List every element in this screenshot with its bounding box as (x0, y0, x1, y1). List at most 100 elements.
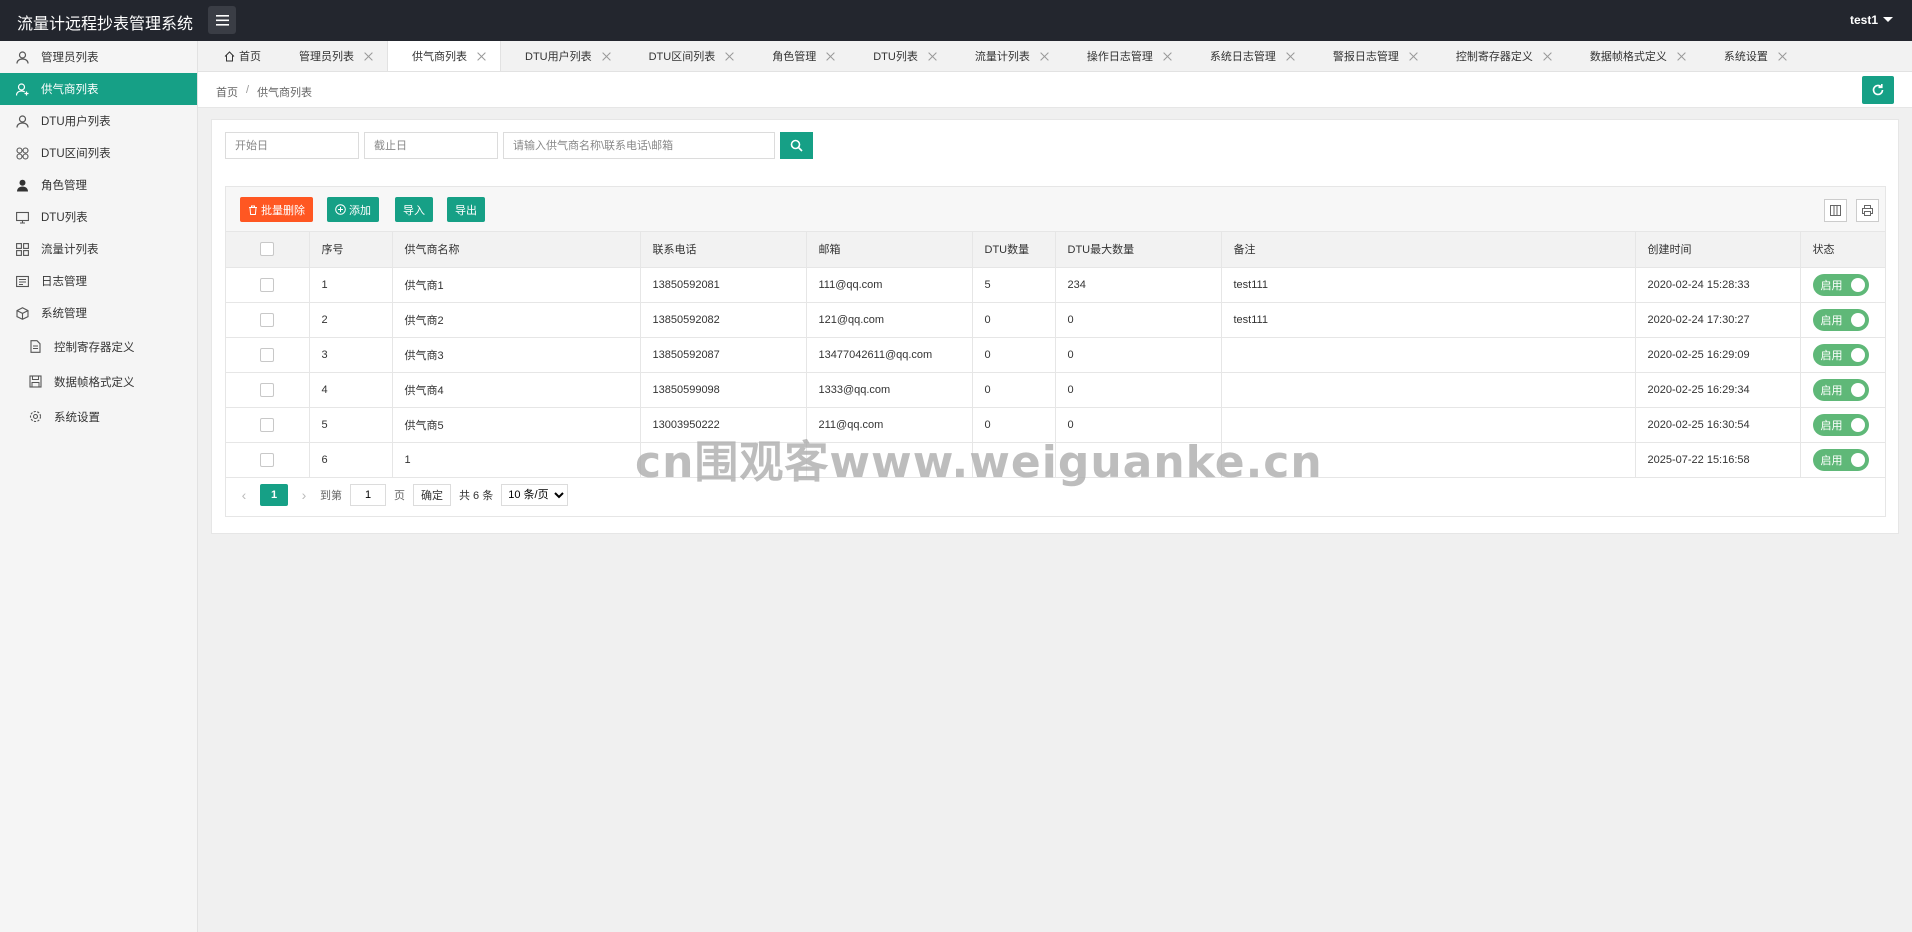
tab-admin-list[interactable]: 管理员列表 (275, 41, 387, 71)
goto-confirm-button[interactable]: 确定 (413, 484, 451, 506)
column-header[interactable]: 联系电话 (640, 232, 807, 268)
status-toggle-label: 启用 (1820, 314, 1843, 327)
close-icon[interactable] (1778, 52, 1787, 61)
row-checkbox[interactable] (260, 312, 275, 327)
page-size-select[interactable]: 10 条/页 (501, 484, 569, 506)
sidebar-item-label: DTU区间列表 (41, 148, 111, 160)
cell-email: 13477042611@qq.com (806, 337, 973, 373)
close-icon[interactable] (602, 52, 611, 61)
cell-dtu-max (1055, 442, 1222, 478)
close-icon[interactable] (1286, 52, 1295, 61)
column-header[interactable]: DTU最大数量 (1055, 232, 1222, 268)
select-all-checkbox[interactable] (260, 242, 275, 257)
column-filter-button[interactable] (1824, 199, 1847, 222)
column-header[interactable]: 创建时间 (1635, 232, 1801, 268)
status-toggle[interactable]: 启用 (1812, 273, 1869, 296)
close-icon[interactable] (1409, 52, 1418, 61)
end-date-input[interactable] (364, 132, 498, 159)
chevron-down-icon (1883, 16, 1893, 22)
tab-label: DTU区间列表 (648, 51, 716, 63)
sidebar-item-register-def[interactable]: 控制寄存器定义 (0, 329, 197, 364)
tab-label: 系统设置 (1723, 51, 1768, 63)
status-toggle[interactable]: 启用 (1812, 448, 1869, 471)
user-icon (15, 114, 29, 128)
breadcrumb-home[interactable]: 首页 (216, 84, 238, 100)
column-header[interactable]: 序号 (309, 232, 393, 268)
breadcrumb-bar: 首页 / 供气商列表 (198, 72, 1912, 108)
column-header[interactable]: 供气商名称 (392, 232, 641, 268)
next-page-icon[interactable]: › (296, 487, 312, 503)
row-checkbox[interactable] (260, 417, 275, 432)
tab-frame-format[interactable]: 数据帧格式定义 (1566, 41, 1700, 71)
sidebar-item-frame-format[interactable]: 数据帧格式定义 (0, 364, 197, 399)
close-icon[interactable] (364, 52, 373, 61)
sidebar-item-logs[interactable]: 日志管理 (0, 265, 197, 297)
close-icon[interactable] (1677, 52, 1686, 61)
sidebar: 管理员列表 供气商列表 DTU用户列表 DTU区间列表 角色管理 DTU列表 流… (0, 41, 198, 932)
tab-register-def[interactable]: 控制寄存器定义 (1432, 41, 1566, 71)
sidebar-item-dtu-ranges[interactable]: DTU区间列表 (0, 137, 197, 169)
close-icon[interactable] (1040, 52, 1049, 61)
sidebar-item-roles[interactable]: 角色管理 (0, 169, 197, 201)
import-button[interactable]: 导入 (395, 197, 433, 222)
status-toggle[interactable]: 启用 (1812, 308, 1869, 331)
close-icon[interactable] (1543, 52, 1552, 61)
breadcrumb: 首页 / 供气商列表 (216, 84, 312, 100)
close-icon[interactable] (826, 52, 835, 61)
status-toggle[interactable]: 启用 (1812, 343, 1869, 366)
tab-supplier-list[interactable]: 供气商列表 (387, 41, 501, 71)
row-checkbox[interactable] (260, 277, 275, 292)
column-header[interactable]: 状态 (1800, 232, 1886, 268)
row-checkbox[interactable] (260, 382, 275, 397)
sidebar-item-settings[interactable]: 系统设置 (0, 399, 197, 434)
cell-note (1221, 372, 1636, 408)
sidebar-item-admin-list[interactable]: 管理员列表 (0, 41, 197, 73)
close-icon[interactable] (725, 52, 734, 61)
sidebar-item-supplier-list[interactable]: 供气商列表 (0, 73, 197, 105)
column-header[interactable]: 备注 (1221, 232, 1636, 268)
column-header[interactable]: DTU数量 (972, 232, 1056, 268)
tab-dtu-users[interactable]: DTU用户列表 (501, 41, 625, 71)
tab-alarm-logs[interactable]: 警报日志管理 (1309, 41, 1432, 71)
column-header[interactable]: 邮箱 (806, 232, 973, 268)
tab-label: DTU用户列表 (525, 51, 592, 63)
refresh-button[interactable] (1862, 76, 1894, 104)
cell-email (806, 442, 973, 478)
close-icon[interactable] (1163, 52, 1172, 61)
start-date-input[interactable] (225, 132, 359, 159)
user-menu[interactable]: test1 (1850, 13, 1893, 27)
keyword-search-input[interactable] (503, 132, 775, 159)
tab-dtu-ranges[interactable]: DTU区间列表 (625, 41, 749, 71)
grid-circles-icon (15, 146, 29, 160)
status-toggle[interactable]: 启用 (1812, 413, 1869, 436)
row-checkbox[interactable] (260, 347, 275, 362)
export-button[interactable]: 导出 (447, 197, 485, 222)
table-row: 4 供气商4 13850599098 1333@qq.com 0 0 2020-… (226, 372, 1886, 408)
print-button[interactable] (1856, 199, 1879, 222)
search-button[interactable] (780, 132, 813, 159)
sidebar-item-label: DTU列表 (41, 212, 88, 224)
tab-system-logs[interactable]: 系统日志管理 (1186, 41, 1309, 71)
row-checkbox[interactable] (260, 452, 275, 467)
tab-operation-logs[interactable]: 操作日志管理 (1063, 41, 1186, 71)
tab-roles[interactable]: 角色管理 (748, 41, 849, 71)
page-number-current[interactable]: 1 (260, 484, 288, 506)
tab-meters[interactable]: 流量计列表 (951, 41, 1063, 71)
add-button[interactable]: 添加 (327, 197, 379, 222)
apps-icon (15, 242, 29, 256)
prev-page-icon[interactable]: ‹ (236, 487, 252, 503)
goto-page-input[interactable] (350, 484, 386, 506)
close-icon[interactable] (477, 52, 486, 61)
close-icon[interactable] (928, 52, 937, 61)
sidebar-item-system[interactable]: 系统管理 (0, 297, 197, 329)
sidebar-item-dtu-list[interactable]: DTU列表 (0, 201, 197, 233)
batch-delete-button[interactable]: 批量删除 (240, 197, 313, 222)
sidebar-item-meters[interactable]: 流量计列表 (0, 233, 197, 265)
tab-home[interactable]: 首页 (200, 41, 275, 71)
tab-dtu-list[interactable]: DTU列表 (849, 41, 951, 71)
sidebar-toggle-button[interactable] (208, 6, 236, 34)
status-toggle[interactable]: 启用 (1812, 378, 1869, 401)
cell-note (1221, 407, 1636, 443)
sidebar-item-dtu-users[interactable]: DTU用户列表 (0, 105, 197, 137)
tab-settings[interactable]: 系统设置 (1700, 41, 1801, 71)
